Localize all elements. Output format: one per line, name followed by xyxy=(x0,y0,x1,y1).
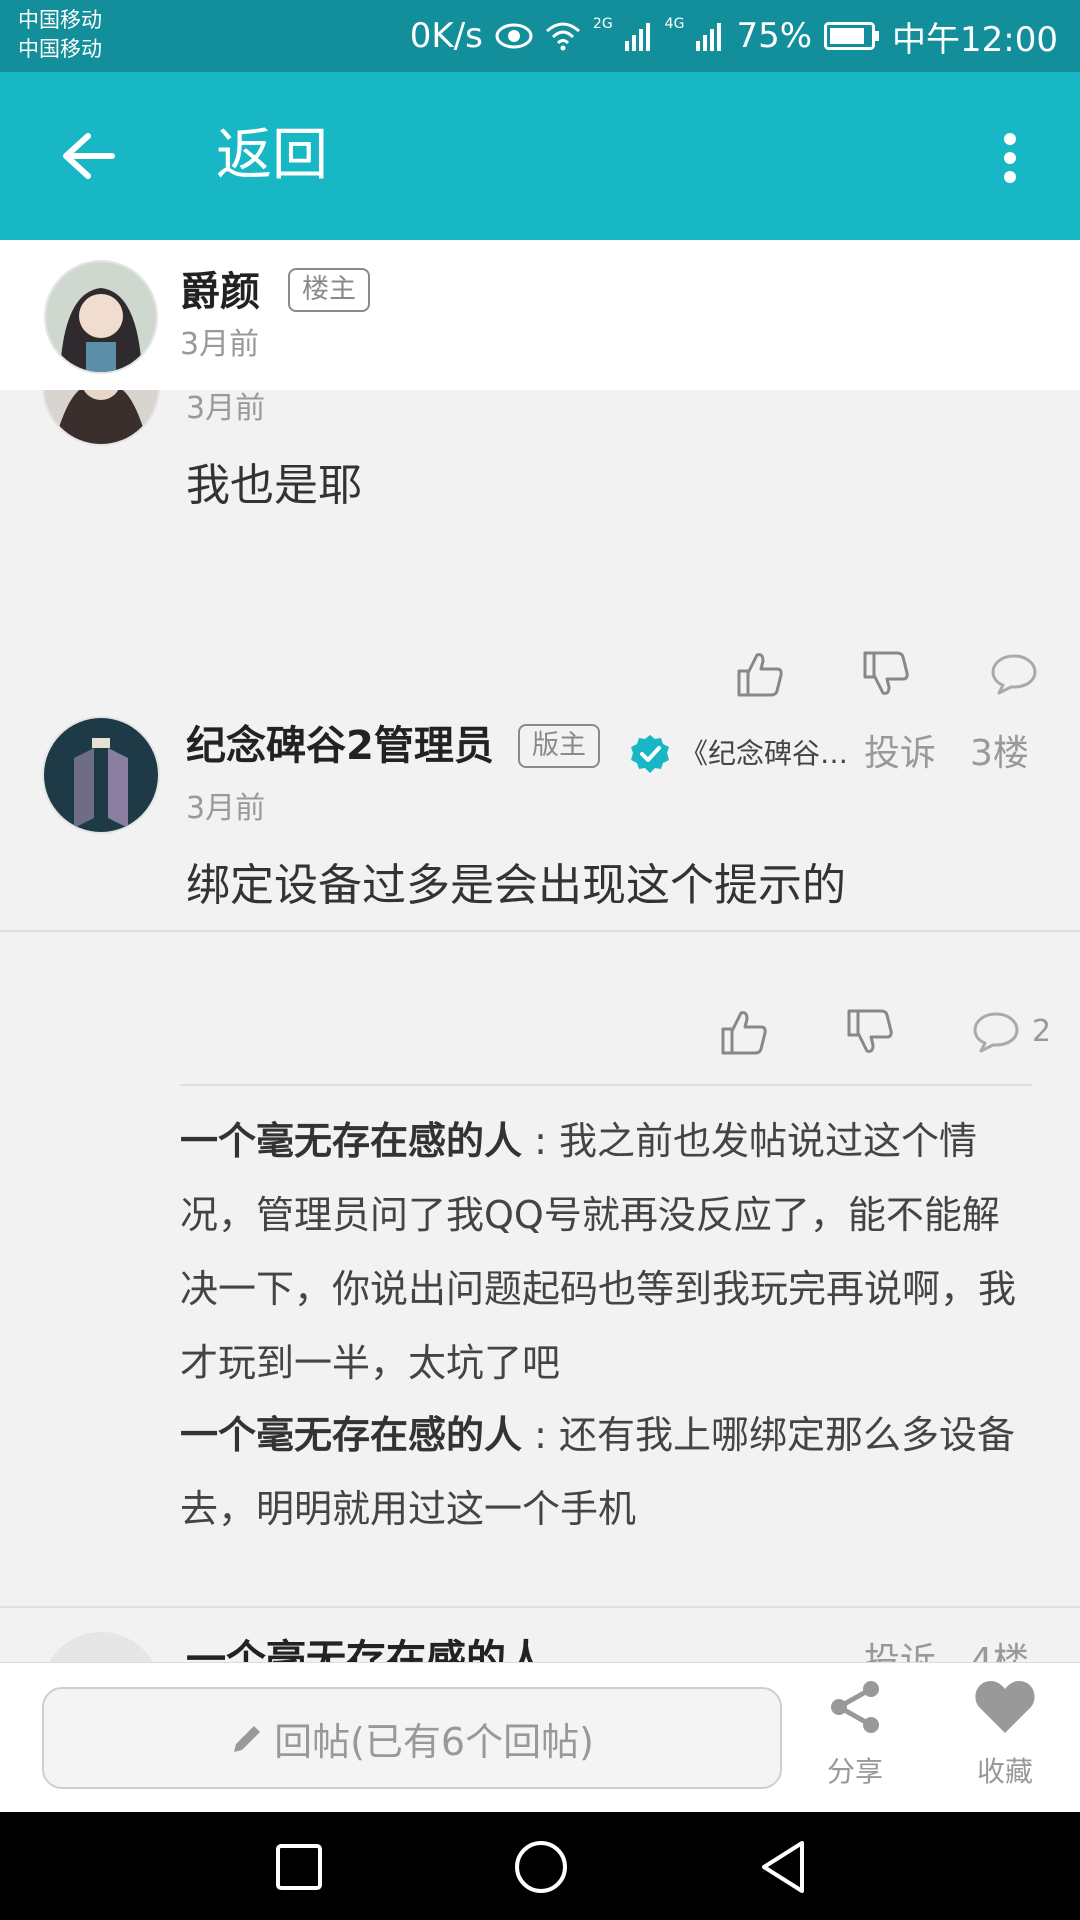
app-bar: 返回 xyxy=(0,72,1080,240)
signal-icon xyxy=(624,23,650,51)
moderator-badge: 版主 xyxy=(518,724,600,768)
verified-icon xyxy=(631,735,669,773)
wifi-icon xyxy=(545,22,580,51)
thumbs-up-icon xyxy=(721,1011,767,1055)
carrier-info: 中国移动 中国移动 xyxy=(18,6,102,64)
back-nav-button[interactable] xyxy=(748,1832,818,1902)
avatar[interactable] xyxy=(44,718,158,832)
post-content: 我也是耶 xyxy=(186,460,362,511)
divider xyxy=(0,1606,1080,1608)
avatar[interactable] xyxy=(44,1634,158,1662)
sub-reply[interactable]: 一个毫无存在感的人 : 我之前也发帖说过这个情况，管理员问了我QQ号就再没反应了… xyxy=(180,1104,1020,1400)
op-header: 爵颜 楼主 3月前 xyxy=(0,240,1080,390)
reply-input[interactable]: 回帖(已有6个回帖) xyxy=(42,1687,782,1789)
carrier-1: 中国移动 xyxy=(18,8,102,32)
reply-post-4: 一个毫无存在感的人 投诉 4楼 xyxy=(0,1610,1080,1662)
favorite-label: 收藏 xyxy=(976,1755,1033,1788)
network-type-2: 4G xyxy=(664,16,685,32)
network-speed: 0K/s xyxy=(409,16,483,56)
bottom-action-bar: 回帖(已有6个回帖) 分享 收藏 xyxy=(0,1662,1080,1813)
recents-button[interactable] xyxy=(264,1832,334,1902)
floor-number: 3楼 xyxy=(970,733,1029,774)
op-time: 3月前 xyxy=(180,327,260,362)
comment-bubble-icon xyxy=(973,1012,1019,1053)
pencil-icon xyxy=(234,1726,261,1752)
reply-placeholder: 回帖(已有6个回帖) xyxy=(274,1719,594,1764)
floor-number: 4楼 xyxy=(970,1641,1029,1662)
favorite-button[interactable]: 收藏 xyxy=(950,1677,1060,1799)
home-button[interactable] xyxy=(506,1832,576,1902)
share-button[interactable]: 分享 xyxy=(800,1677,910,1799)
battery-icon xyxy=(824,22,880,50)
battery-percent: 75% xyxy=(736,16,813,56)
comment-button[interactable] xyxy=(966,1004,1026,1060)
sub-reply-author[interactable]: 一个毫无存在感的人 xyxy=(180,1119,522,1163)
post-time: 3月前 xyxy=(186,791,266,826)
share-label: 分享 xyxy=(826,1755,883,1788)
post-username[interactable]: 一个毫无存在感的人 xyxy=(186,1636,546,1662)
comment-count: 2 xyxy=(1032,1014,1052,1049)
thumbs-down-icon xyxy=(847,1009,893,1053)
page-title[interactable]: 返回 xyxy=(216,122,328,190)
share-icon xyxy=(831,1681,879,1733)
more-options-button[interactable] xyxy=(980,122,1040,194)
triangle-back-icon xyxy=(762,1841,804,1893)
forum-link[interactable]: 《纪念碑谷2... xyxy=(680,734,862,774)
post-content: 绑定设备过多是会出现这个提示的 xyxy=(186,860,846,911)
heart-icon xyxy=(975,1681,1035,1733)
status-bar: 中国移动 中国移动 0K/s 2G 4G 75% 中午12:00 xyxy=(0,0,1080,72)
divider xyxy=(180,1084,1032,1086)
op-username[interactable]: 爵颜 xyxy=(180,268,260,316)
like-button[interactable] xyxy=(714,1004,774,1060)
report-button[interactable]: 投诉 xyxy=(864,732,936,776)
carrier-2: 中国移动 xyxy=(18,37,102,61)
comment-bubble-icon xyxy=(991,654,1037,695)
reply-post-3: 纪念碑谷2管理员 版主 《纪念碑谷2... 投诉 3楼 3月前 绑定设备过多是会… xyxy=(0,692,1080,1592)
back-button[interactable] xyxy=(48,118,128,194)
avatar[interactable] xyxy=(46,262,156,372)
post-time: 3月前 xyxy=(186,391,266,426)
report-button[interactable]: 投诉 xyxy=(864,1640,936,1662)
eye-icon xyxy=(495,23,533,49)
dislike-button[interactable] xyxy=(840,1004,900,1060)
owner-badge: 楼主 xyxy=(288,268,370,312)
arrow-left-icon xyxy=(63,133,115,179)
circle-icon xyxy=(515,1841,567,1893)
thread-content[interactable]: 3月前 我也是耶 爵颜 楼主 3月前 纪念碑谷2管理员 版主 《纪念碑谷2...… xyxy=(0,240,1080,1662)
signal-icon xyxy=(696,23,722,51)
post-username[interactable]: 纪念碑谷2管理员 xyxy=(186,722,494,770)
square-icon xyxy=(276,1844,322,1890)
clock: 中午12:00 xyxy=(892,19,1058,60)
more-vertical-icon xyxy=(1004,133,1016,183)
sub-reply-author[interactable]: 一个毫无存在感的人 xyxy=(180,1413,522,1457)
system-nav-bar xyxy=(0,1812,1080,1920)
sub-reply[interactable]: 一个毫无存在感的人 : 还有我上哪绑定那么多设备去，明明就用过这一个手机 xyxy=(180,1398,1020,1546)
network-type-1: 2G xyxy=(592,16,613,32)
